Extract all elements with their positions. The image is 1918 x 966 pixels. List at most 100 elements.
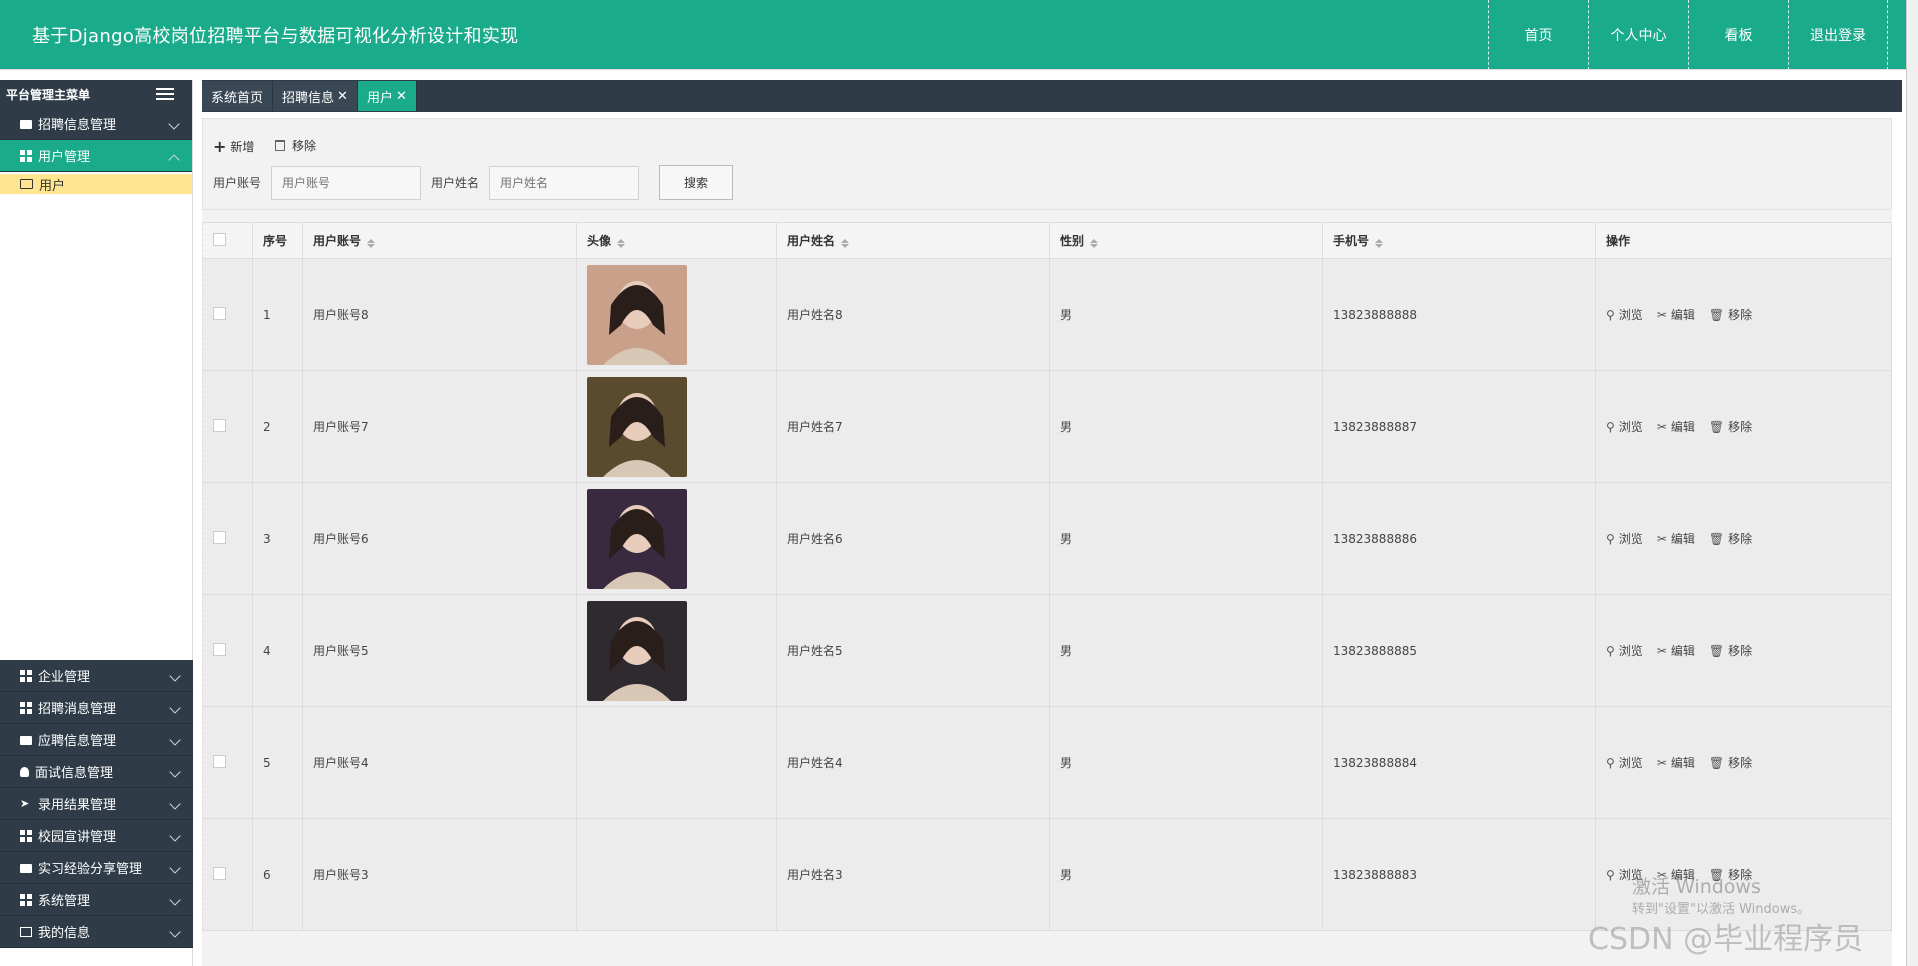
- row-checkbox[interactable]: [213, 530, 226, 544]
- sidebar-item-label: 面试信息管理: [35, 766, 114, 781]
- remove-button[interactable]: 移除: [275, 137, 316, 154]
- user-icon: [20, 766, 29, 777]
- sidebar-item-label: 招聘信息管理: [38, 118, 117, 133]
- select-all-checkbox[interactable]: [213, 232, 226, 246]
- window-scrollbar[interactable]: [1906, 0, 1918, 966]
- row-checkbox[interactable]: [213, 418, 226, 432]
- col-gender[interactable]: 性别: [1049, 222, 1323, 259]
- edit-button[interactable]: ✂ 编辑: [1657, 418, 1695, 435]
- sort-icon[interactable]: [1375, 239, 1384, 248]
- chevron-down-icon: [169, 830, 181, 842]
- delete-button[interactable]: 🗑 移除: [1709, 530, 1752, 547]
- edit-button[interactable]: ✂ 编辑: [1657, 754, 1695, 771]
- chevron-down-icon: [169, 766, 181, 778]
- edit-icon: ✂: [1656, 643, 1667, 658]
- close-icon[interactable]: ✕: [396, 89, 407, 104]
- sidebar-item-recruit-info[interactable]: 招聘信息管理: [0, 108, 192, 140]
- chevron-down-icon: [169, 734, 181, 746]
- plus-icon: +: [213, 137, 227, 156]
- sidebar-item-label: 校园宣讲管理: [38, 830, 117, 845]
- table-row: 2 用户账号7 用户姓名7 男 13823888887 ⚲ 浏览 ✂ 编辑 🗑 移除: [202, 370, 1892, 483]
- sidebar-item-campus-talk[interactable]: 校园宣讲管理: [0, 820, 193, 852]
- row-checkbox[interactable]: [213, 754, 226, 768]
- delete-button[interactable]: 🗑 移除: [1709, 306, 1752, 323]
- trash-icon: 🗑: [1708, 307, 1725, 322]
- sidebar-item-my-info[interactable]: 我的信息: [0, 916, 193, 948]
- sidebar-item-hiring-result[interactable]: ➤ 录用结果管理: [0, 788, 193, 820]
- sort-icon[interactable]: [367, 239, 376, 248]
- sidebar-item-user-management[interactable]: 用户管理: [0, 140, 192, 172]
- grid-icon: [20, 701, 32, 714]
- row-checkbox[interactable]: [213, 306, 226, 320]
- search-icon: ⚲: [1606, 531, 1615, 546]
- sidebar-subitem-user[interactable]: 用户: [0, 174, 192, 194]
- view-button[interactable]: ⚲ 浏览: [1606, 418, 1643, 435]
- sidebar-item-internship-share[interactable]: 实习经验分享管理: [0, 852, 193, 884]
- view-button[interactable]: ⚲ 浏览: [1606, 642, 1643, 659]
- search-button[interactable]: 搜索: [659, 165, 734, 200]
- col-name[interactable]: 用户姓名: [776, 222, 1050, 259]
- tab-label: 用户: [366, 90, 393, 106]
- tab-home[interactable]: 系统首页: [202, 81, 274, 111]
- sidebar-item-recruit-message[interactable]: 招聘消息管理: [0, 692, 193, 724]
- nav-profile[interactable]: 个人中心: [1588, 0, 1688, 70]
- row-checkbox[interactable]: [213, 866, 226, 880]
- edit-icon: ✂: [1656, 755, 1667, 770]
- delete-button[interactable]: 🗑 移除: [1709, 418, 1752, 435]
- account-label: 用户账号: [213, 176, 262, 190]
- name-search-input[interactable]: [489, 165, 640, 200]
- row-select-cell: [202, 482, 253, 595]
- edit-button[interactable]: ✂ 编辑: [1657, 530, 1695, 547]
- edit-icon: ✂: [1656, 307, 1667, 322]
- search-icon: ⚲: [1606, 419, 1615, 434]
- view-button[interactable]: ⚲ 浏览: [1606, 306, 1643, 323]
- sidebar-item-label: 招聘消息管理: [38, 702, 117, 717]
- cell-actions: ⚲ 浏览 ✂ 编辑 🗑 移除: [1595, 482, 1892, 595]
- search-icon: ⚲: [1606, 307, 1615, 322]
- sidebar-item-company[interactable]: 企业管理: [0, 660, 193, 692]
- sidebar-title: 平台管理主菜单: [6, 87, 91, 102]
- sidebar-item-application[interactable]: 应聘信息管理: [0, 724, 193, 756]
- row-checkbox[interactable]: [213, 642, 226, 656]
- delete-button[interactable]: 🗑 移除: [1709, 642, 1752, 659]
- search-icon: ⚲: [1606, 643, 1615, 658]
- cell-actions: ⚲ 浏览 ✂ 编辑 🗑 移除: [1595, 706, 1892, 819]
- view-button[interactable]: ⚲ 浏览: [1606, 530, 1643, 547]
- account-search-input[interactable]: [271, 165, 422, 200]
- col-avatar[interactable]: 头像: [576, 222, 777, 259]
- cell-index: 3: [252, 482, 303, 595]
- close-icon[interactable]: ✕: [337, 89, 348, 104]
- nav-dashboard[interactable]: 看板: [1688, 0, 1788, 70]
- csdn-watermark: CSDN @毕业程序员: [1588, 922, 1864, 957]
- cell-account: 用户账号4: [302, 706, 577, 819]
- col-account[interactable]: 用户账号: [302, 222, 577, 259]
- cell-actions: ⚲ 浏览 ✂ 编辑 🗑 移除: [1595, 594, 1892, 707]
- col-phone[interactable]: 手机号: [1322, 222, 1596, 259]
- nav-logout[interactable]: 退出登录: [1788, 0, 1888, 70]
- chevron-down-icon: [168, 118, 180, 130]
- edit-button[interactable]: ✂ 编辑: [1657, 306, 1695, 323]
- avatar-image: [587, 376, 687, 477]
- table-header-row: 序号 用户账号 头像 用户姓名 性别 手机号 操作: [202, 222, 1892, 259]
- view-button[interactable]: ⚲ 浏览: [1606, 754, 1643, 771]
- tab-user[interactable]: 用户 ✕: [357, 81, 417, 111]
- edit-button[interactable]: ✂ 编辑: [1657, 642, 1695, 659]
- sort-icon[interactable]: [617, 239, 626, 248]
- sidebar-item-system[interactable]: 系统管理: [0, 884, 193, 916]
- cell-phone: 13823888884: [1322, 706, 1596, 819]
- add-label: 新增: [230, 140, 255, 154]
- sort-icon[interactable]: [841, 239, 850, 248]
- tab-recruit-info[interactable]: 招聘信息 ✕: [273, 81, 358, 111]
- cell-account: 用户账号6: [302, 482, 577, 595]
- nav-home[interactable]: 首页: [1488, 0, 1588, 70]
- sidebar-item-interview[interactable]: 面试信息管理: [0, 756, 193, 788]
- menu-toggle-icon[interactable]: [156, 88, 174, 100]
- tab-bar: 系统首页 招聘信息 ✕ 用户 ✕: [202, 80, 1902, 112]
- delete-button[interactable]: 🗑 移除: [1709, 754, 1752, 771]
- add-button[interactable]: + 新增: [213, 137, 254, 156]
- grid-icon: [20, 149, 32, 162]
- chevron-down-icon: [169, 926, 181, 938]
- sort-icon[interactable]: [1090, 239, 1099, 248]
- cell-index: 4: [252, 594, 303, 707]
- cell-gender: 男: [1049, 370, 1323, 483]
